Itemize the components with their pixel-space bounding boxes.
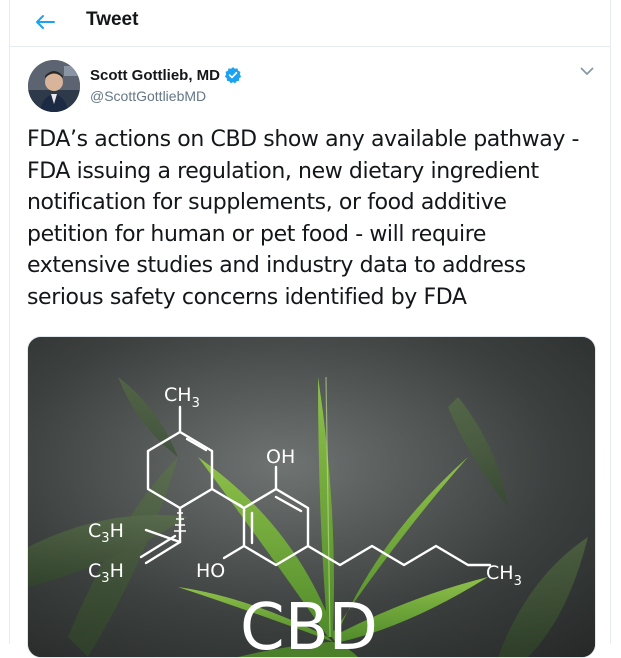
tweet-page: Tweet Scott Gottlieb, MD @ScottGottliebM…: [9, 0, 611, 658]
verified-badge-icon: [224, 66, 242, 84]
author-name-row[interactable]: Scott Gottlieb, MD: [90, 66, 242, 84]
tweet-text: FDA’s actions on CBD show any available …: [27, 127, 580, 310]
tweet-image[interactable]: CH3 OH C3H C3H HO CH3 CBD: [27, 336, 596, 658]
more-options-button[interactable]: [576, 60, 598, 82]
cbd-title: CBD: [240, 591, 378, 657]
back-button[interactable]: [28, 8, 62, 36]
chevron-down-icon: [580, 67, 594, 75]
author-handle[interactable]: @ScottGottliebMD: [90, 88, 206, 104]
page-header: Tweet: [10, 0, 610, 47]
avatar[interactable]: [28, 60, 80, 112]
label-ho: HO: [196, 560, 225, 582]
label-oh: OH: [266, 446, 295, 468]
page-title: Tweet: [86, 9, 139, 30]
arrow-left-icon: [36, 15, 55, 29]
author-display-name[interactable]: Scott Gottlieb, MD: [90, 67, 220, 84]
